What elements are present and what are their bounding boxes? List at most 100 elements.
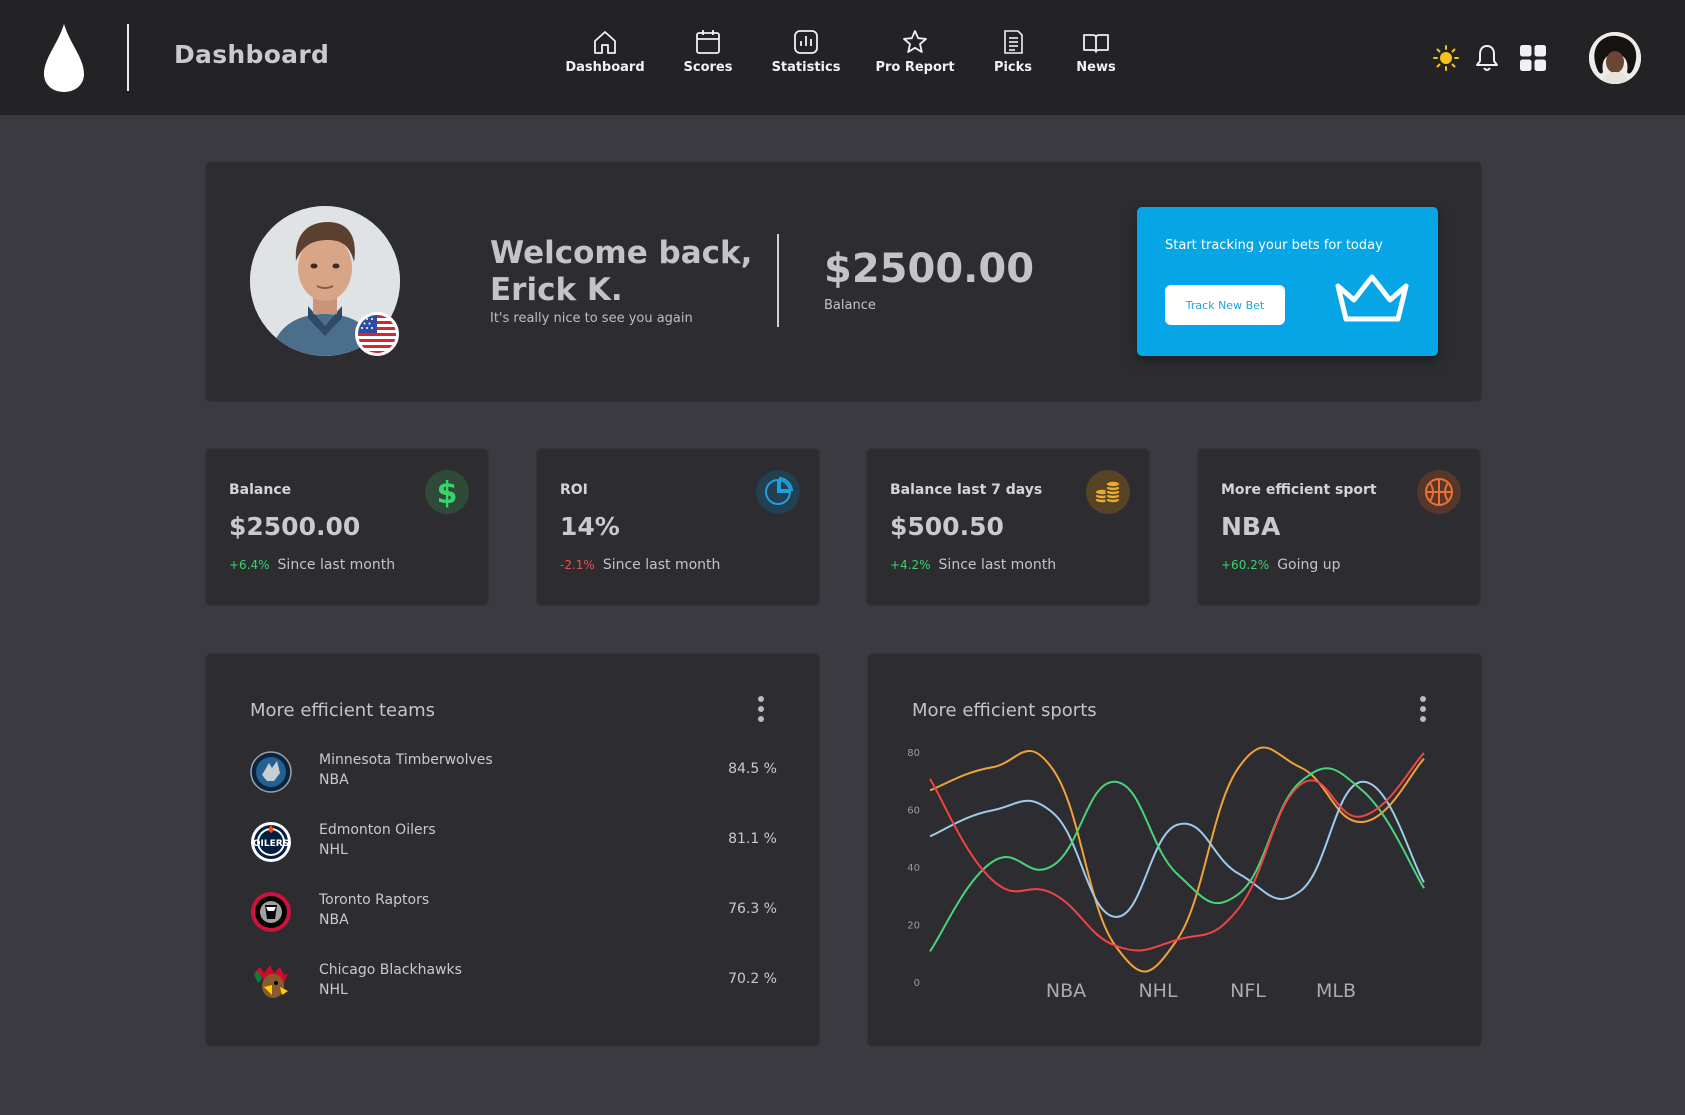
drop-logo-icon[interactable] (42, 22, 86, 94)
nav-label: Scores (683, 60, 733, 75)
sun-icon[interactable] (1432, 44, 1460, 72)
stat-value: $500.50 (890, 512, 1004, 541)
track-new-bet-button[interactable]: Track New Bet (1165, 285, 1285, 325)
series-line-1 (929, 780, 1425, 918)
series-line-3 (929, 752, 1425, 952)
more-options-icon[interactable] (751, 696, 771, 726)
team-row[interactable]: Toronto Raptors NBA 76.3 % (206, 882, 821, 942)
nav-label: Dashboard (565, 60, 645, 75)
x-category-label: NHL (1138, 980, 1178, 1002)
logo-divider (127, 24, 129, 91)
team-percentage: 84.5 % (728, 761, 777, 777)
apps-grid-icon[interactable] (1519, 44, 1547, 72)
pie-chart-icon (756, 470, 800, 514)
team-percentage: 81.1 % (728, 831, 777, 847)
stat-label: ROI (560, 482, 588, 498)
sports-line-chart: 0 20 40 60 80 NBA NHL NFL MLB (907, 746, 1425, 1002)
book-icon (1083, 34, 1109, 53)
top-bar: Dashboard Dashboard Scores Statistics Pr… (0, 0, 1685, 115)
stat-card-efficient-sport: More efficient sport NBA +60.2% Going up (1197, 448, 1481, 606)
track-bets-card: Start tracking your bets for today Track… (1137, 207, 1438, 356)
coins-icon (1086, 470, 1130, 514)
team-row[interactable]: OILERS Edmonton Oilers NHL 81.1 % (206, 812, 821, 872)
team-percentage: 70.2 % (728, 971, 777, 987)
us-flag-icon (355, 312, 399, 356)
nav-pro-report[interactable]: Pro Report (865, 28, 965, 75)
avatar[interactable] (1589, 32, 1641, 84)
team-row[interactable]: Chicago Blackhawks NHL 70.2 % (206, 952, 821, 1012)
stat-note: Since last month (277, 557, 396, 573)
stat-change: +4.2% (890, 558, 931, 572)
team-league: NBA (319, 772, 349, 788)
stat-footer: +4.2% Since last month (890, 557, 1056, 573)
team-league: NHL (319, 982, 348, 998)
stat-change: -2.1% (560, 558, 595, 572)
nav-label: Pro Report (875, 60, 955, 75)
balance-label: Balance (824, 298, 876, 313)
timberwolves-logo-icon (250, 751, 292, 793)
balance-amount: $2500.00 (824, 246, 1035, 292)
stat-note: Since last month (602, 557, 721, 573)
welcome-divider (777, 234, 779, 327)
raptors-logo-icon (251, 892, 291, 932)
y-tick-label: 60 (907, 806, 920, 817)
nav-label: News (1076, 60, 1116, 75)
bar-chart-icon (794, 30, 818, 54)
stat-card-balance: Balance $2500.00 +6.4% Since last month $ (205, 448, 489, 606)
panel-title: More efficient teams (250, 700, 436, 721)
stat-footer: +60.2% Going up (1221, 557, 1340, 573)
us-flag-graphic (358, 315, 396, 353)
nav-label: Statistics (771, 60, 841, 75)
welcome-subtitle: It's really nice to see you again (490, 311, 693, 326)
stat-change: +60.2% (1221, 558, 1270, 572)
document-icon (1004, 30, 1023, 54)
team-name: Toronto Raptors (319, 892, 430, 908)
app-title: Dashboard (174, 40, 330, 69)
stat-card-roi: ROI 14% -2.1% Since last month (536, 448, 820, 606)
nav-dashboard[interactable]: Dashboard (555, 28, 655, 75)
stat-label: Balance (229, 482, 292, 498)
calendar-icon (696, 30, 720, 54)
nav-news[interactable]: News (1046, 28, 1146, 75)
team-league: NBA (319, 912, 349, 928)
stat-label: More efficient sport (1221, 482, 1377, 498)
y-tick-label: 0 (914, 978, 920, 989)
team-name: Edmonton Oilers (319, 822, 436, 838)
basketball-glyph (1425, 478, 1453, 506)
x-category-label: NBA (1046, 980, 1086, 1002)
stat-value: $2500.00 (229, 512, 361, 541)
bell-icon[interactable] (1473, 43, 1501, 73)
cta-text: Start tracking your bets for today (1165, 238, 1383, 253)
team-name: Chicago Blackhawks (319, 962, 462, 978)
crown-icon (1335, 274, 1409, 322)
team-league: NHL (319, 842, 348, 858)
coins-glyph (1094, 480, 1121, 504)
series-line-2 (929, 767, 1425, 952)
stat-value: 14% (560, 512, 620, 541)
welcome-title: Welcome back, Erick K. (490, 235, 753, 308)
dollar-glyph: $ (437, 476, 458, 511)
y-tick-label: 80 (907, 748, 920, 759)
team-name: Minnesota Timberwolves (319, 752, 493, 768)
efficient-sports-panel: More efficient sports 0 20 40 60 80 NBA NHL NFL… (867, 653, 1482, 1047)
welcome-panel: Welcome back, Erick K. It's really nice … (205, 161, 1482, 402)
stat-label: Balance last 7 days (890, 482, 1043, 498)
stat-note: Going up (1277, 557, 1341, 573)
stat-note: Since last month (938, 557, 1057, 573)
dollar-icon: $ (425, 470, 469, 514)
basketball-icon (1417, 470, 1461, 514)
user-photo-icon (1589, 32, 1641, 84)
stat-card-balance-7-days: Balance last 7 days $500.50 +4.2% Since l… (866, 448, 1150, 606)
star-icon (903, 30, 927, 53)
x-category-label: MLB (1316, 980, 1356, 1002)
y-tick-label: 20 (907, 921, 920, 932)
pie-chart-glyph (765, 476, 794, 505)
nav-statistics[interactable]: Statistics (756, 28, 856, 75)
home-icon (594, 31, 616, 54)
stat-footer: -2.1% Since last month (560, 557, 720, 573)
efficient-teams-panel: More efficient teams Minnesota Timberwol… (205, 653, 820, 1047)
oilers-logo-icon: OILERS (251, 822, 291, 862)
stat-change: +6.4% (229, 558, 270, 572)
nav-scores[interactable]: Scores (658, 28, 758, 75)
team-row[interactable]: Minnesota Timberwolves NBA 84.5 % (206, 742, 821, 802)
